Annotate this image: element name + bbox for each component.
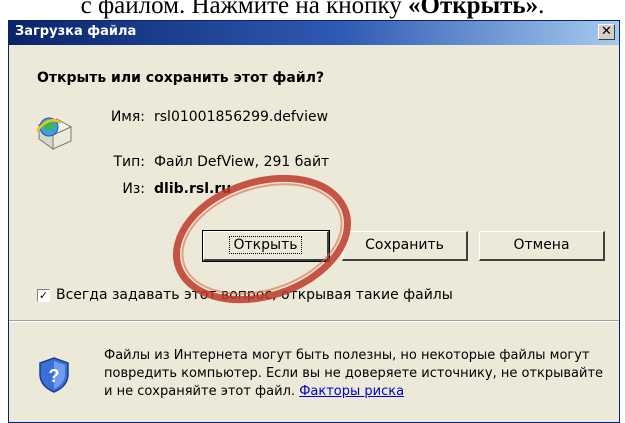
close-button[interactable]: ✕ (598, 24, 615, 40)
caption-end: . (538, 0, 545, 19)
close-icon: ✕ (601, 24, 612, 39)
risk-factors-link[interactable]: Факторы риска (299, 384, 404, 399)
caption-emphasis: «Открыть» (408, 0, 539, 19)
from-value: dlib.rsl.ru (154, 181, 232, 197)
name-label: Имя: (110, 109, 145, 125)
ie-file-icon (36, 117, 73, 150)
type-label: Тип: (113, 154, 145, 170)
open-button[interactable]: Открыть (202, 230, 330, 262)
file-download-dialog: Загрузка файла ✕ Открыть или сохранить э… (8, 20, 620, 423)
dialog-question: Открыть или сохранить этот файл? (37, 70, 325, 86)
name-value: rsl01001856299.defview (154, 109, 329, 125)
type-value: Файл DefView, 291 байт (154, 154, 330, 170)
dialog-title: Загрузка файла (15, 24, 137, 39)
security-warning: Файлы из Интернета могут быть полезны, н… (104, 347, 604, 401)
security-shield-icon: ? (39, 357, 69, 393)
check-mark-icon: ✓ (38, 289, 49, 302)
cancel-button[interactable]: Отмена (479, 231, 605, 261)
page-caption: с файлом. Нажмите на кнопку «Открыть». (0, 0, 625, 22)
always-ask-label[interactable]: Всегда задавать этот вопрос, открывая та… (56, 287, 453, 303)
save-button-label: Сохранить (365, 237, 444, 253)
save-button[interactable]: Сохранить (342, 231, 468, 261)
caption-text: с файлом. Нажмите на кнопку (80, 0, 409, 19)
always-ask-checkbox[interactable]: ✓ (37, 289, 50, 302)
title-bar[interactable]: Загрузка файла ✕ (9, 21, 619, 45)
open-button-label: Открыть (228, 236, 303, 254)
divider (9, 320, 619, 322)
from-label: Из: (122, 181, 145, 197)
svg-text:?: ? (49, 366, 60, 386)
cancel-button-label: Отмена (513, 237, 570, 253)
